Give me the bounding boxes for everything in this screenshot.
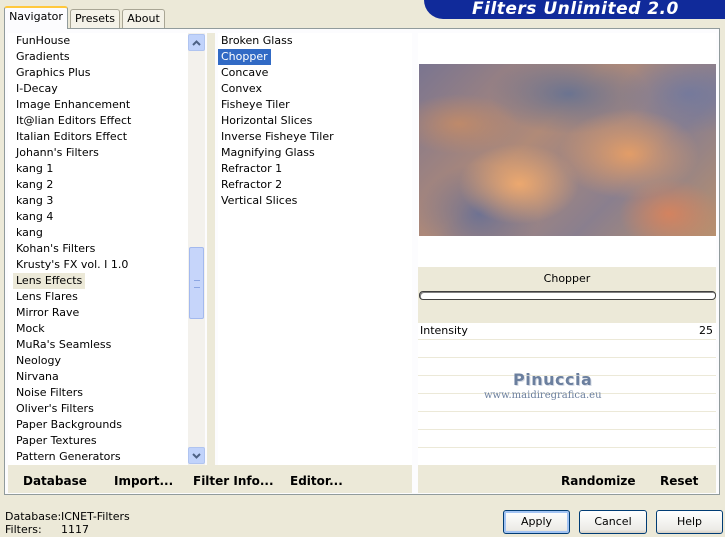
category-list-item[interactable]: Kohan's Filters (13, 241, 188, 257)
category-list-item[interactable]: kang (13, 225, 188, 241)
category-scrollbar[interactable] (188, 33, 205, 465)
tab-label: Navigator (9, 10, 63, 23)
scroll-thumb[interactable] (189, 247, 204, 319)
help-button[interactable]: Help (656, 510, 723, 534)
status-area: Database:ICNET-Filters Filters: 1117 (5, 510, 130, 536)
tab-label: Presets (74, 12, 116, 25)
watermark-url: www.maidiregrafica.eu (484, 390, 602, 401)
param-label: Intensity (420, 324, 468, 337)
category-list-item[interactable]: Johann's Filters (13, 145, 188, 161)
filter-list-item[interactable]: Concave (218, 65, 412, 81)
database-label: Database (23, 474, 87, 488)
filter-list-item[interactable]: Refractor 2 (218, 177, 412, 193)
param-row-empty (418, 449, 716, 466)
tab-navigator[interactable]: Navigator (4, 6, 68, 29)
apply-label: Apply (520, 515, 553, 528)
category-list-item[interactable]: Italian Editors Effect (13, 129, 188, 145)
filter-list-item[interactable]: Chopper (218, 49, 271, 65)
category-list-item[interactable]: kang 2 (13, 177, 188, 193)
reset-button[interactable]: Reset (660, 474, 698, 488)
apply-button[interactable]: Apply (503, 510, 570, 534)
tab-about[interactable]: About (122, 9, 165, 28)
category-list-item[interactable]: Krusty's FX vol. I 1.0 (13, 257, 188, 273)
preview-button-bar: Randomize Reset (418, 465, 716, 493)
pane-divider (207, 33, 215, 465)
category-list-item[interactable]: It@lian Editors Effect (13, 113, 188, 129)
filter-list-item[interactable]: Fisheye Tiler (218, 97, 412, 113)
filters-status-value: 1117 (61, 523, 89, 536)
chevron-up-icon (192, 39, 201, 46)
app-title: Filters Unlimited 2.0 (472, 0, 679, 19)
category-list-item[interactable]: Gradients (13, 49, 188, 65)
cancel-button[interactable]: Cancel (579, 510, 647, 534)
param-row-empty (418, 431, 716, 448)
param-value: 25 (699, 324, 713, 337)
tab-presets[interactable]: Presets (70, 9, 120, 28)
category-list-item[interactable]: Lens Effects (13, 273, 86, 289)
filters-status-label: Filters: (5, 523, 42, 536)
filter-name-bar: Chopper (418, 267, 716, 323)
category-list-item[interactable]: Mock (13, 321, 188, 337)
filter-list-item[interactable]: Broken Glass (218, 33, 412, 49)
category-list-item[interactable]: Paper Backgrounds (13, 417, 188, 433)
database-status-value: ICNET-Filters (61, 510, 130, 523)
category-list-item[interactable]: Paper Textures (13, 433, 188, 449)
title-banner: Filters Unlimited 2.0 (424, 0, 725, 19)
category-list-item[interactable]: Nirvana (13, 369, 188, 385)
preview-image (419, 64, 716, 236)
filter-info-label: Filter Info... (193, 474, 274, 488)
reset-label: Reset (660, 474, 699, 488)
category-list-item[interactable]: MuRa's Seamless (13, 337, 188, 353)
filter-list-item[interactable]: Convex (218, 81, 412, 97)
category-list[interactable]: FunHouse Gradients Graphics Plus I-Decay Ima… (8, 33, 188, 465)
randomize-button[interactable]: Randomize (561, 474, 635, 488)
category-list-item[interactable]: Image Enhancement (13, 97, 188, 113)
import-button[interactable]: Import... (114, 474, 173, 488)
category-list-item[interactable]: Pattern Generators (13, 449, 188, 465)
database-status-label: Database: (5, 510, 62, 523)
category-list-item[interactable]: Lens Flares (13, 289, 188, 305)
category-list-item[interactable]: Oliver's Filters (13, 401, 188, 417)
watermark-name: Pinuccia (513, 370, 593, 389)
category-list-item[interactable]: Noise Filters (13, 385, 188, 401)
filter-list-item[interactable]: Inverse Fisheye Tiler (218, 129, 412, 145)
category-list-item[interactable]: kang 4 (13, 209, 188, 225)
filter-list[interactable]: Broken Glass Chopper Concave Convex Fisheye … (218, 33, 412, 465)
help-label: Help (676, 515, 703, 528)
param-row-empty (418, 413, 716, 430)
category-list-item[interactable]: kang 1 (13, 161, 188, 177)
category-list-item[interactable]: FunHouse (13, 33, 188, 49)
editor-label: Editor... (290, 474, 343, 488)
category-list-item[interactable]: I-Decay (13, 81, 188, 97)
navigator-button-bar: Database Import... Filter Info... Editor… (8, 465, 412, 493)
category-list-item[interactable]: Neology (13, 353, 188, 369)
category-list-item[interactable]: kang 3 (13, 193, 188, 209)
filter-list-item[interactable]: Refractor 1 (218, 161, 412, 177)
scroll-down-button[interactable] (188, 447, 205, 464)
category-list-item[interactable]: Graphics Plus (13, 65, 188, 81)
chevron-down-icon (192, 452, 201, 459)
filter-info-button[interactable]: Filter Info... (193, 474, 274, 488)
editor-button[interactable]: Editor... (290, 474, 343, 488)
filter-list-item[interactable]: Magnifying Glass (218, 145, 412, 161)
selected-filter-name: Chopper (543, 272, 591, 285)
filter-list-item[interactable]: Horizontal Slices (218, 113, 412, 129)
param-row-empty (418, 341, 716, 358)
category-list-item[interactable]: Mirror Rave (13, 305, 188, 321)
randomize-label: Randomize (561, 474, 636, 488)
cancel-label: Cancel (594, 515, 632, 528)
import-label: Import... (114, 474, 174, 488)
scroll-up-button[interactable] (188, 34, 205, 51)
database-button[interactable]: Database (23, 474, 87, 488)
param-row-intensity[interactable]: Intensity 25 (418, 323, 716, 340)
filter-list-item[interactable]: Vertical Slices (218, 193, 412, 209)
tab-label: About (127, 12, 160, 25)
progress-bar (419, 291, 716, 300)
